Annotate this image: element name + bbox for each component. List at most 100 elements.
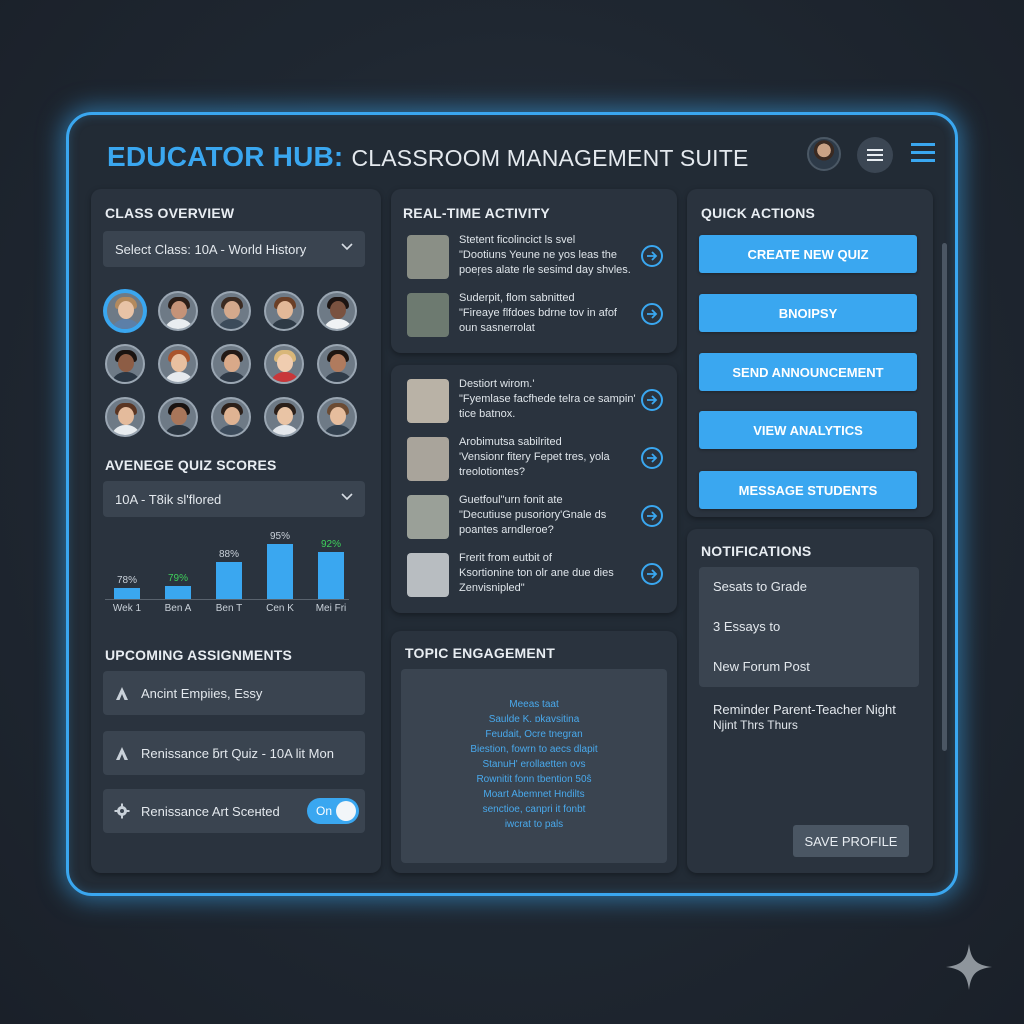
avatar-face — [277, 354, 293, 372]
student-avatar[interactable] — [211, 344, 251, 384]
quick-actions-title: QUICK ACTIONS — [701, 205, 816, 221]
activity-text-line: 'Vensionr fitery Fepet tres, yola — [459, 451, 610, 463]
app-subtitle: CLASSROOM MANAGEMENT SUITE — [351, 145, 749, 171]
activity-item[interactable]: Frerit from eutbit of Ksortionine ton olr… — [407, 551, 667, 603]
student-avatar[interactable] — [264, 397, 304, 437]
student-avatar[interactable] — [105, 291, 145, 331]
arrow-right-icon[interactable] — [641, 447, 663, 469]
arrow-right-icon[interactable] — [641, 245, 663, 267]
activity-text-line: tice batnox. — [459, 408, 516, 420]
student-avatar[interactable] — [158, 397, 198, 437]
activity-text-line: Zenvisnipled" — [459, 582, 525, 594]
chart-x-axis — [105, 599, 349, 600]
a-icon — [103, 685, 141, 701]
activity-text-line: Ksortionine ton olr ane due dies — [459, 567, 614, 579]
chart-bar — [165, 585, 191, 599]
activity-item[interactable]: Arobimutsa sabilrited 'Vensionr fitery Fe… — [407, 435, 667, 487]
save-profile-button[interactable]: SAVE PROFILE — [793, 825, 909, 857]
student-avatar[interactable] — [158, 291, 198, 331]
bar-category-label: Mei Fri — [315, 603, 347, 614]
student-avatar[interactable] — [317, 291, 357, 331]
quick-actions-panel: QUICK ACTIONS CREATE NEW QUIZ BNOIPSY SE… — [687, 189, 933, 517]
arrow-right-icon[interactable] — [641, 505, 663, 527]
activity-text: Stetent ficolincict ls svel "Dootiuns Yeu… — [459, 233, 641, 278]
arrow-right-icon[interactable] — [641, 389, 663, 411]
assignment-item[interactable]: Renissance Art Sceнted On — [103, 789, 365, 833]
avatar-body — [270, 425, 300, 435]
avatar-body — [111, 372, 141, 382]
app-window: EDUCATOR HUB: CLASSROOM MANAGEMENT SUITE… — [66, 112, 958, 896]
student-avatar[interactable] — [317, 344, 357, 384]
activity-item[interactable]: Destiort wirom.' "Fyemlase facfhede telra… — [407, 377, 667, 429]
activity-text-line: Guetfoul"urn fonit ate — [459, 494, 563, 506]
reminder-line: Reminder Parent-Teacher Night — [713, 702, 896, 717]
activity-portrait — [409, 381, 449, 421]
activity-text-line: treolotiontes? — [459, 466, 526, 478]
avatar-face — [277, 407, 293, 425]
notification-item[interactable]: Sesats to Grade — [713, 579, 807, 594]
avatar-face — [224, 301, 240, 319]
student-avatar[interactable] — [211, 397, 251, 437]
assignment-toggle[interactable]: On — [307, 798, 359, 824]
activity-text-line: oun sasnerrolat — [459, 322, 535, 334]
assignment-item[interactable]: Renissance ƃrt Quiz - 10A lit Mon — [103, 731, 365, 775]
activity-text-line: "Fyemlase facfhede telra ce sampin' — [459, 393, 636, 405]
toggle-knob — [336, 801, 356, 821]
activity-item[interactable]: Suderpit, flom sabnitted "Fireaye flfdoes… — [407, 291, 667, 343]
activity-portrait — [409, 497, 449, 537]
notification-item[interactable]: New Forum Post — [713, 659, 810, 674]
hamburger-icon[interactable] — [911, 141, 935, 165]
student-avatar[interactable] — [264, 291, 304, 331]
notification-item[interactable]: 3 Essays to — [713, 619, 780, 634]
arrow-right-icon[interactable] — [641, 303, 663, 325]
student-avatar[interactable] — [105, 344, 145, 384]
quick-action-button[interactable]: BNOIPSY — [699, 294, 917, 332]
student-avatar[interactable] — [158, 344, 198, 384]
bar-value-label: 95% — [269, 530, 290, 542]
activity-text-line: "Dootiuns Yeune ne yos leas the — [459, 249, 618, 261]
options-menu-button[interactable] — [857, 137, 893, 173]
view-analytics-button[interactable]: VIEW ANALYTICS — [699, 411, 917, 449]
student-avatar[interactable] — [105, 397, 145, 437]
avatar-body — [217, 372, 247, 382]
topic-line: Feudait, Ocre tnegran — [485, 729, 583, 740]
assignment-label: Renissance ƃrt Quiz - 10A lit Mon — [141, 745, 334, 761]
class-select[interactable]: Select Class: 10A - World History — [103, 231, 365, 267]
activity-text-line: Suderpit, flom sabnitted — [459, 292, 575, 304]
message-students-button[interactable]: MESSAGE STUDENTS — [699, 471, 917, 509]
arrow-right-icon[interactable] — [641, 563, 663, 585]
activity-text: Arobimutsa sabilrited 'Vensionr fitery Fe… — [459, 435, 641, 480]
activity-text-line: poeŗes alate rle sesimd day shvles. — [459, 264, 631, 276]
create-quiz-button[interactable]: CREATE NEW QUIZ — [699, 235, 917, 273]
student-avatar[interactable] — [317, 397, 357, 437]
avatar-face — [118, 301, 134, 319]
bar-category-label: Wek 1 — [112, 603, 142, 614]
activity-portrait — [409, 439, 449, 479]
activity-avatar — [407, 293, 449, 337]
user-avatar[interactable] — [807, 137, 841, 171]
activity-text-line: "Decutiuse pusoriory'Gnale ds — [459, 509, 607, 521]
avatar-body — [164, 319, 194, 329]
assignment-item[interactable]: Ancint Empiies, Essy — [103, 671, 365, 715]
avatar-body — [270, 372, 300, 382]
activity-portrait — [409, 555, 449, 595]
bar-value-label: 88% — [218, 549, 239, 561]
avatar-body — [111, 425, 141, 435]
class-select-value: Select Class: 10A - World History — [115, 241, 307, 257]
topic-line: senctioe, canpri it fonbt — [482, 804, 586, 815]
topic-line: Moart Abemnet Hndilts — [483, 789, 585, 800]
activity-avatar — [407, 553, 449, 597]
student-avatar[interactable] — [211, 291, 251, 331]
scrollbar[interactable] — [942, 243, 947, 751]
student-avatar[interactable] — [264, 344, 304, 384]
topic-engagement-panel: TOPIC ENGAGEMENT Meeas taat Saulde K. ɒka… — [391, 631, 677, 873]
chart-bar — [267, 543, 293, 599]
activity-item[interactable]: Guetfoul"urn fonit ate "Decutiuse pusorio… — [407, 493, 667, 545]
quiz-class-select[interactable]: 10A - T8ik sl'flored — [103, 481, 365, 517]
notifications-panel: NOTIFICATIONS Sesats to Grade 3 Essays t… — [687, 529, 933, 873]
send-announcement-button[interactable]: SEND ANNOUNCEMENT — [699, 353, 917, 391]
menu-lines-icon — [867, 149, 883, 161]
bar-value-label: 92% — [320, 538, 341, 550]
realtime-activity-panel: REAL-TIME ACTIVITY Stetent ficolincict l… — [391, 189, 677, 353]
activity-item[interactable]: Stetent ficolincict ls svel "Dootiuns Yeu… — [407, 233, 667, 285]
